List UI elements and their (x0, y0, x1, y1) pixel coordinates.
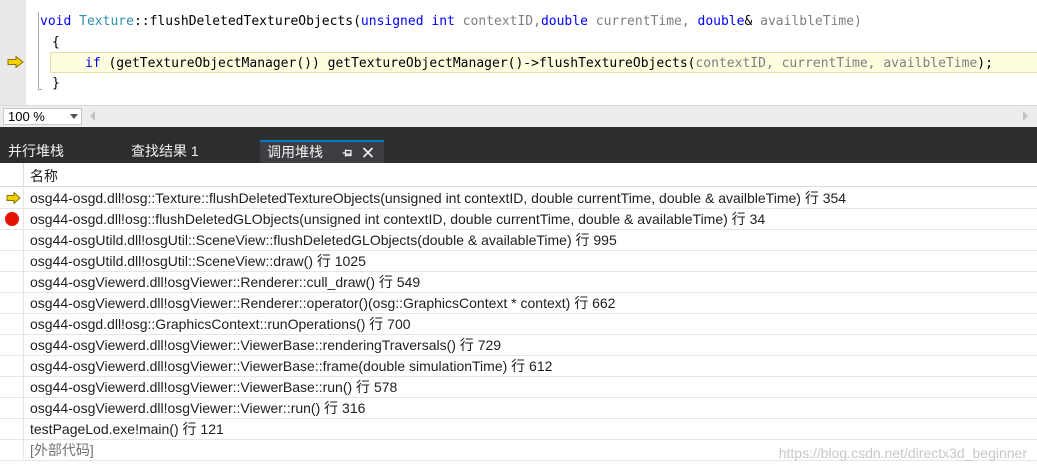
row-gutter (0, 272, 24, 293)
breakpoint-icon (5, 212, 19, 226)
row-gutter (0, 419, 24, 440)
code-line-open-brace[interactable]: { (52, 32, 60, 53)
param-current-time: currentTime, (587, 14, 698, 29)
call-stack-frame-text: osg44-osgUtild.dll!osgUtil::SceneView::d… (30, 253, 366, 269)
tab-parallel-stacks[interactable]: 并行堆栈 (0, 140, 72, 163)
outline-collapse-line-end (38, 89, 42, 90)
code-editor[interactable]: void Texture::flushDeletedTextureObjects… (0, 0, 1037, 105)
header-gutter (0, 163, 24, 187)
row-gutter (0, 209, 24, 230)
call-stack-row[interactable]: osg44-osgViewerd.dll!osgViewer::Renderer… (0, 293, 1037, 314)
zoom-level-select[interactable]: 100 % (3, 108, 82, 125)
function-signature: ::flushDeletedTextureObjects( (133, 14, 361, 29)
call-stack-frame-text: osg44-osgViewerd.dll!osgViewer::ViewerBa… (30, 379, 398, 395)
tab-call-stack-label: 调用堆栈 (267, 144, 323, 160)
scroll-left-icon[interactable] (90, 111, 95, 121)
call-stack-frame-text: osg44-osgUtild.dll!osgUtil::SceneView::f… (30, 232, 617, 248)
row-gutter (0, 335, 24, 356)
statement-end: ); (977, 56, 993, 71)
chevron-down-icon[interactable] (70, 114, 78, 119)
call-stack-row[interactable]: osg44-osgViewerd.dll!osgViewer::Renderer… (0, 272, 1037, 293)
row-gutter (0, 293, 24, 314)
column-header-name[interactable]: 名称 (30, 166, 58, 186)
row-gutter (0, 377, 24, 398)
editor-gutter[interactable] (0, 0, 26, 105)
statement-args: contextID, currentTime, availbleTime (695, 56, 978, 71)
call-stack-frame-text: osg44-osgViewerd.dll!osgViewer::Viewer::… (30, 400, 366, 416)
call-stack-frame-text: osg44-osgd.dll!osg::flushDeletedGLObject… (30, 211, 766, 227)
close-icon[interactable] (362, 146, 374, 159)
keyword-double: double (697, 14, 745, 29)
call-stack-row[interactable]: osg44-osgd.dll!osg::GraphicsContext::run… (0, 314, 1037, 335)
keyword-if: if (85, 56, 101, 71)
call-stack-frame-text: osg44-osgd.dll!osg::Texture::flushDelete… (30, 190, 847, 206)
call-stack-row[interactable]: osg44-osgViewerd.dll!osgViewer::ViewerBa… (0, 356, 1037, 377)
call-stack-row[interactable]: osg44-osgd.dll!osg::flushDeletedGLObject… (0, 209, 1037, 230)
tool-window-tab-bar: 并行堆栈 查找结果 1 调用堆栈 (0, 127, 1037, 163)
zoom-level-value: 100 % (8, 109, 45, 124)
editor-zoom-bar: 100 % (0, 105, 1037, 127)
row-gutter (0, 314, 24, 335)
call-stack-frame-text: osg44-osgViewerd.dll!osgViewer::ViewerBa… (30, 358, 553, 374)
pin-icon[interactable] (342, 147, 354, 159)
param-context-id: contextID, (454, 14, 541, 29)
call-stack-frame-text: osg44-osgd.dll!osg::GraphicsContext::run… (30, 316, 411, 332)
row-gutter (0, 440, 24, 461)
param-available-time: availbleTime) (760, 14, 862, 29)
call-stack-row[interactable]: osg44-osgViewerd.dll!osgViewer::ViewerBa… (0, 335, 1037, 356)
row-gutter (0, 356, 24, 377)
call-stack-frame-text: [外部代码] (30, 442, 94, 458)
keyword-void: void (40, 14, 72, 29)
class-name: Texture (79, 14, 134, 29)
call-stack-frame-text: osg44-osgViewerd.dll!osgViewer::Renderer… (30, 274, 421, 290)
statement-body: (getTextureObjectManager()) getTextureOb… (100, 56, 696, 71)
call-stack-frame-text: testPageLod.exe!main() 行 121 (30, 421, 224, 437)
scroll-right-icon[interactable] (1023, 111, 1028, 121)
row-gutter (0, 188, 24, 209)
current-frame-arrow-icon (6, 192, 21, 204)
tab-find-results[interactable]: 查找结果 1 (123, 140, 207, 163)
tab-call-stack[interactable]: 调用堆栈 (260, 140, 384, 163)
call-stack-pane: 名称 osg44-osgd.dll!osg::Texture::flushDel… (0, 163, 1037, 467)
row-gutter (0, 398, 24, 419)
call-stack-row[interactable]: testPageLod.exe!main() 行 121 (0, 419, 1037, 440)
call-stack-row[interactable]: osg44-osgUtild.dll!osgUtil::SceneView::d… (0, 251, 1037, 272)
call-stack-frame-text: osg44-osgViewerd.dll!osgViewer::ViewerBa… (30, 337, 502, 353)
row-gutter (0, 230, 24, 251)
code-line-function-signature[interactable]: void Texture::flushDeletedTextureObjects… (40, 11, 862, 32)
call-stack-row[interactable]: osg44-osgd.dll!osg::Texture::flushDelete… (0, 188, 1037, 209)
current-statement-arrow-icon (7, 56, 24, 68)
call-stack-header: 名称 (0, 163, 1037, 187)
keyword-double: double (540, 14, 588, 29)
call-stack-frame-text: osg44-osgViewerd.dll!osgViewer::Renderer… (30, 295, 616, 311)
call-stack-row[interactable]: osg44-osgViewerd.dll!osgViewer::Viewer::… (0, 398, 1037, 419)
reference-amp: & (744, 14, 761, 29)
keyword-unsigned: unsigned (360, 14, 424, 29)
code-line-close-brace[interactable]: } (52, 73, 60, 94)
watermark: https://blog.csdn.net/directx3d_beginner (778, 445, 1027, 461)
call-stack-row[interactable]: osg44-osgViewerd.dll!osgViewer::ViewerBa… (0, 377, 1037, 398)
outline-collapse-line (38, 12, 39, 90)
call-stack-row[interactable]: osg44-osgUtild.dll!osgUtil::SceneView::f… (0, 230, 1037, 251)
code-line-current-statement[interactable]: if (getTextureObjectManager()) getTextur… (50, 52, 1037, 73)
row-gutter (0, 251, 24, 272)
keyword-int: int (431, 14, 455, 29)
